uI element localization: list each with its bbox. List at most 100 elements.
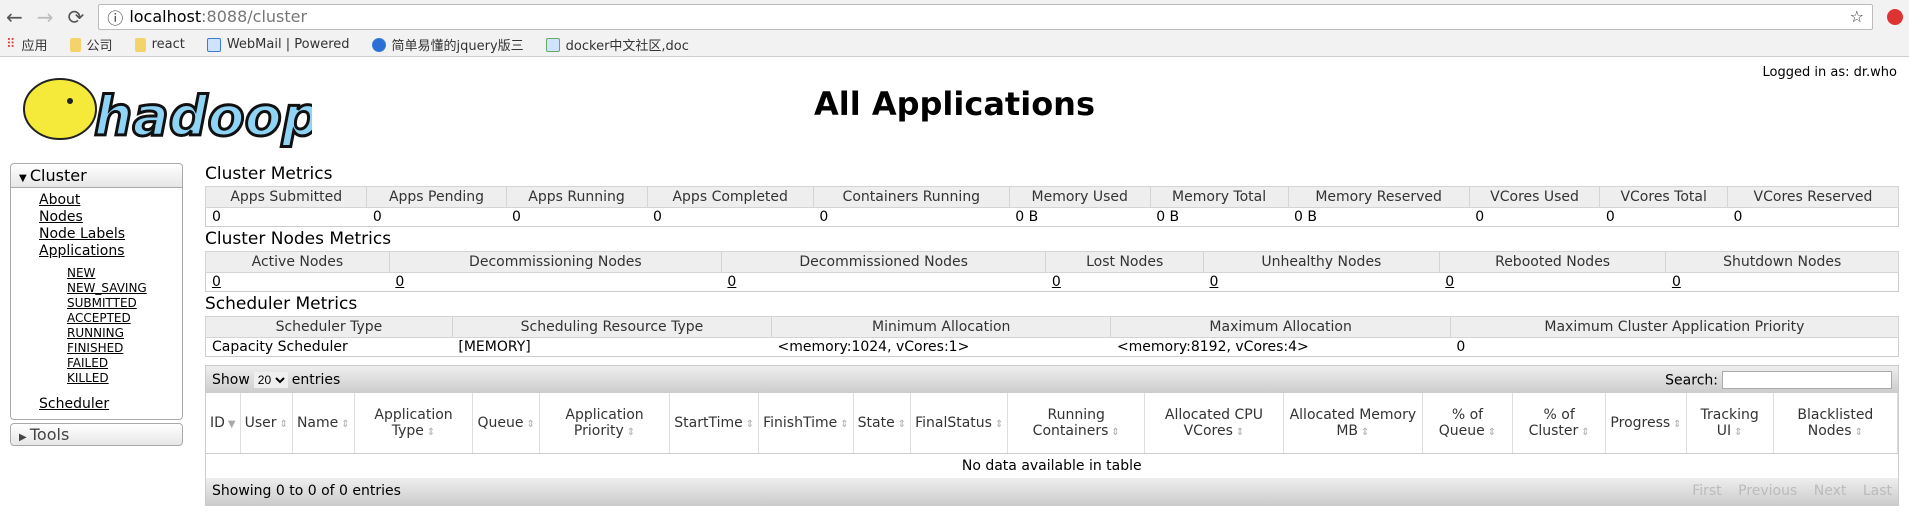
sidebar-item-applications[interactable]: Applications <box>39 243 182 260</box>
bookmark-link[interactable]: 简单易懂的jquery版三 <box>371 35 524 54</box>
bookmark-link[interactable]: docker中文社区,doc <box>545 35 689 54</box>
caret-right-icon: ▶ <box>19 432 30 443</box>
metric-header: VCores Total <box>1599 186 1728 208</box>
sidebar-item-scheduler[interactable]: Scheduler <box>39 396 182 413</box>
entries-select[interactable]: 20 <box>253 371 288 388</box>
metric-value: 0 <box>1439 273 1666 292</box>
back-icon[interactable]: ← <box>6 5 23 29</box>
metric-link[interactable]: 0 <box>727 274 736 290</box>
bookmark-folder[interactable]: react <box>134 37 185 52</box>
table-footer: Showing 0 to 0 of 0 entries First Previo… <box>206 477 1898 505</box>
column-header[interactable]: Name ⇕ <box>292 393 355 454</box>
sidebar-state-finished[interactable]: FINISHED <box>67 341 182 356</box>
scheduler-metrics-title: Scheduler Metrics <box>205 294 358 314</box>
page-previous-button[interactable]: Previous <box>1738 483 1797 499</box>
column-header[interactable]: State ⇕ <box>853 393 912 454</box>
cluster-menu-toggle[interactable]: ▼ Cluster <box>11 164 182 188</box>
sidebar-item-nodes[interactable]: Nodes <box>39 209 182 226</box>
bookmark-apps[interactable]: ⠿ 应用 <box>6 35 48 54</box>
column-label: Running Containers <box>1032 406 1109 439</box>
tools-label: Tools <box>29 425 70 444</box>
metric-link[interactable]: 0 <box>1052 274 1061 290</box>
sidebar-state-new[interactable]: NEW <box>67 266 182 281</box>
sort-icon: ⇕ <box>341 418 350 430</box>
pagination: First Previous Next Last <box>1692 483 1892 499</box>
metric-header: Scheduler Type <box>205 316 453 338</box>
search-label: Search: <box>1665 372 1718 388</box>
metric-value: 0 B <box>1156 209 1180 225</box>
column-label: Tracking UI <box>1700 406 1759 439</box>
column-header[interactable]: Blacklisted Nodes ⇕ <box>1773 393 1899 454</box>
forward-icon[interactable]: → <box>37 5 54 29</box>
sort-icon: ⇕ <box>897 418 907 430</box>
show-label: Show <box>212 371 250 388</box>
column-header[interactable]: FinishTime ⇕ <box>758 393 854 454</box>
star-icon[interactable]: ☆ <box>1850 7 1864 26</box>
page-last-button[interactable]: Last <box>1863 483 1892 499</box>
sidebar-state-new_saving[interactable]: NEW_SAVING <box>67 281 182 296</box>
address-bar[interactable]: ⓘ localhost:8088/cluster ☆ <box>98 3 1873 30</box>
metric-header: Decommissioned Nodes <box>720 251 1047 273</box>
sidebar-item-node-labels[interactable]: Node Labels <box>39 226 182 243</box>
node-metrics-table: Active Nodes Decommissioning Nodes Decommi… <box>205 251 1899 292</box>
metric-value: 0 <box>1605 209 1615 225</box>
apps-grid-icon: ⠿ <box>6 37 16 52</box>
sidebar-state-running[interactable]: RUNNING <box>67 326 182 341</box>
page-icon <box>371 37 386 52</box>
column-header[interactable]: Application Priority ⇕ <box>539 393 671 454</box>
bookmark-label: docker中文社区,doc <box>565 39 689 54</box>
extension-icon[interactable] <box>1887 8 1903 25</box>
sidebar-state-accepted[interactable]: ACCEPTED <box>67 311 182 326</box>
metric-header: Maximum Cluster Application Priority <box>1449 316 1900 338</box>
sort-icon: ⇕ <box>1361 426 1370 438</box>
column-header[interactable]: Queue ⇕ <box>472 393 540 454</box>
metric-link[interactable]: 0 <box>212 274 221 290</box>
column-header[interactable]: Allocated Memory MB ⇕ <box>1283 393 1424 454</box>
metric-value: Capacity Scheduler <box>212 339 348 355</box>
metric-value: [MEMORY] <box>458 339 531 355</box>
page-next-button[interactable]: Next <box>1814 483 1847 499</box>
column-header[interactable]: FinalStatus ⇕ <box>910 393 1009 454</box>
metric-link[interactable]: 0 <box>395 274 404 290</box>
page-first-button[interactable]: First <box>1692 483 1721 499</box>
sidebar-item-about[interactable]: About <box>39 192 182 209</box>
column-header[interactable]: Allocated CPU VCores ⇕ <box>1144 393 1284 454</box>
metric-link[interactable]: 0 <box>1209 274 1218 290</box>
column-header[interactable]: Progress ⇕ <box>1605 393 1687 454</box>
metric-header: Active Nodes <box>205 251 390 273</box>
metric-header: Shutdown Nodes <box>1665 251 1899 273</box>
page-header: hadoop All Applications Logged in as: dr… <box>0 57 1909 157</box>
bookmark-folder[interactable]: 公司 <box>69 35 113 54</box>
sidebar-state-killed[interactable]: KILLED <box>67 371 182 386</box>
table-info: Showing 0 to 0 of 0 entries <box>212 483 401 499</box>
metric-header: VCores Reserved <box>1726 186 1900 208</box>
column-header[interactable]: Tracking UI ⇕ <box>1686 393 1774 454</box>
column-header[interactable]: ID ▼ <box>206 393 241 454</box>
sort-icon: ⇕ <box>426 426 436 438</box>
sidebar-state-failed[interactable]: FAILED <box>67 356 182 371</box>
sort-icon: ⇕ <box>1734 426 1743 438</box>
column-header[interactable]: Running Containers ⇕ <box>1007 393 1146 454</box>
column-header[interactable]: StartTime ⇕ <box>669 393 760 454</box>
bookmark-link[interactable]: WebMail | Powered <box>206 37 350 52</box>
sort-icon: ⇕ <box>1854 426 1863 438</box>
caret-down-icon: ▼ <box>19 173 30 184</box>
column-header[interactable]: % of Cluster ⇕ <box>1512 393 1607 454</box>
metric-header: Lost Nodes <box>1045 251 1204 273</box>
tools-menu-toggle[interactable]: ▶ Tools <box>10 423 183 446</box>
column-header[interactable]: User ⇕ <box>240 393 293 454</box>
reload-icon[interactable]: ⟳ <box>68 5 85 29</box>
search-input[interactable] <box>1722 370 1892 389</box>
column-label: Queue <box>477 414 524 431</box>
sort-icon: ⇕ <box>1581 426 1590 438</box>
metric-value: 0 <box>1733 209 1743 225</box>
metric-value: 0 <box>212 209 221 225</box>
metric-link[interactable]: 0 <box>1672 274 1681 290</box>
metric-link[interactable]: 0 <box>1445 274 1454 290</box>
metric-header: Containers Running <box>812 186 1010 208</box>
column-header[interactable]: Application Type ⇕ <box>354 393 474 454</box>
metric-value: 0 <box>1456 339 1466 355</box>
metric-value: 0 B <box>1294 209 1317 225</box>
column-header[interactable]: % of Queue ⇕ <box>1422 393 1513 454</box>
sidebar-state-submitted[interactable]: SUBMITTED <box>67 296 182 311</box>
